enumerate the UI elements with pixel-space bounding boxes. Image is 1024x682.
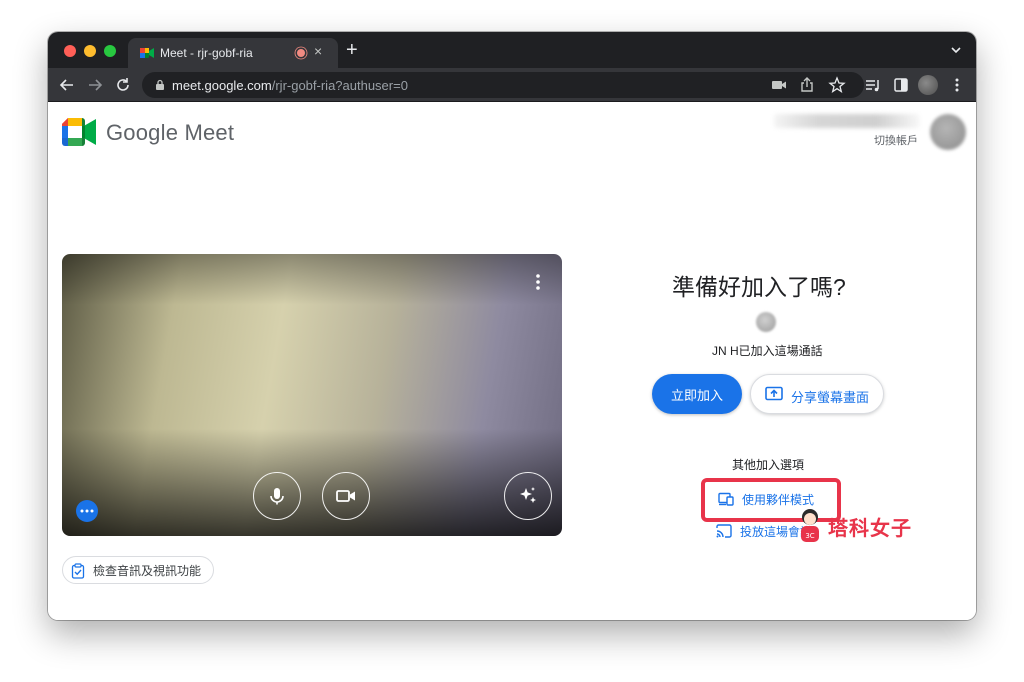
effects-menu-button[interactable] [76,500,98,522]
camera-icon [336,490,355,502]
self-video-preview [62,254,562,536]
back-arrow-icon[interactable] [58,76,76,94]
maximize-window-button[interactable] [104,45,116,57]
tab-title: Meet - rjr-gobf-ria [160,46,253,60]
switch-account-link[interactable]: 切換帳戶 [874,132,918,148]
camera-in-use-icon[interactable] [770,76,788,94]
google-meet-logo-icon [62,118,96,146]
participant-status: JN H已加入這場通話 [712,344,823,358]
visual-effects-button[interactable] [504,472,552,520]
join-now-button[interactable]: 立即加入 [652,374,742,414]
account-email-blurred [774,114,920,128]
other-options-heading: 其他加入選項 [732,458,805,472]
microphone-button[interactable] [253,472,301,520]
side-panel-icon[interactable] [892,76,910,94]
meet-favicon-icon [140,48,154,58]
microphone-icon [270,488,284,505]
check-audio-video-button[interactable]: 檢查音訊及視訊功能 [62,556,215,584]
companion-mode-label: 使用夥伴模式 [742,492,815,507]
url-path: /rjr-gobf-ria?authuser=0 [271,78,408,93]
account-avatar[interactable] [930,114,966,150]
tab-strip: Meet - rjr-gobf-ria × + [48,32,976,68]
watermark-text: 塔科女子 [828,518,912,540]
present-button[interactable]: 分享螢幕畫面 [750,374,884,414]
cast-icon [716,524,732,538]
reload-icon[interactable] [114,76,132,94]
new-tab-button[interactable]: + [346,40,358,60]
ready-to-join-title: 準備好加入了嗎? [672,274,846,300]
close-window-button[interactable] [64,45,76,57]
visual-effects-icon [520,487,536,503]
present-label: 分享螢幕畫面 [791,390,870,405]
kebab-menu-icon[interactable] [948,76,966,94]
recording-indicator-icon [297,49,305,57]
minimize-window-button[interactable] [84,45,96,57]
check-audio-video-label: 檢查音訊及視訊功能 [93,563,202,578]
effects-menu-icon [80,509,94,513]
present-screen-icon [765,386,783,401]
svg-text:3C: 3C [805,532,814,540]
url-text: meet.google.com/rjr-gobf-ria?authuser=0 [172,78,408,93]
camera-button[interactable] [322,472,370,520]
tab-meet[interactable]: Meet - rjr-gobf-ria × [128,38,338,68]
mascot-icon: 3C [801,509,819,542]
share-icon[interactable] [798,76,816,94]
chevron-down-icon[interactable] [950,44,962,56]
media-controls-icon[interactable] [864,76,882,94]
companion-devices-icon [718,492,734,506]
bookmark-star-icon[interactable] [828,76,846,94]
address-bar[interactable]: meet.google.com/rjr-gobf-ria?authuser=0 [142,72,864,98]
tab-close-icon[interactable]: × [314,43,322,59]
more-options-icon[interactable] [528,272,548,292]
brand-title: Google Meet [106,120,235,145]
url-host: meet.google.com [172,78,272,93]
participant-avatar [756,312,776,332]
profile-avatar[interactable] [918,75,938,95]
lock-icon [156,79,164,90]
clipboard-check-icon [71,563,85,579]
forward-arrow-icon[interactable] [86,76,104,94]
browser-toolbar: meet.google.com/rjr-gobf-ria?authuser=0 [48,68,976,102]
watermark: 3C 塔科女子 [796,506,986,546]
